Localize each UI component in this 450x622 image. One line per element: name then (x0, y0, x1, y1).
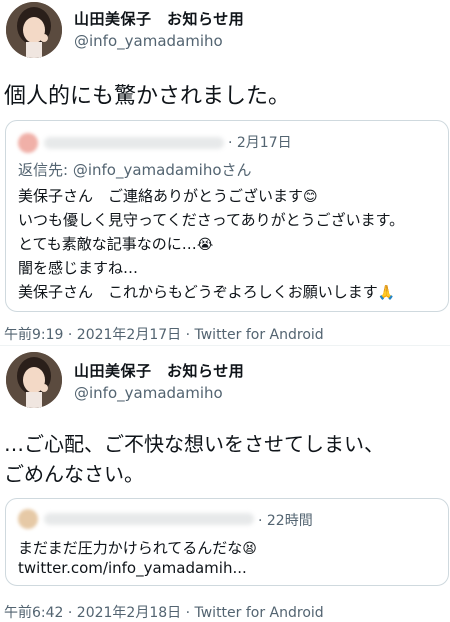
smiling-face-icon: 😊 (303, 189, 318, 205)
divider (0, 345, 450, 346)
avatar-photo-icon (6, 352, 62, 408)
reply-to: 返信先: @info_yamadamihoさん (18, 161, 252, 179)
avatar[interactable] (6, 2, 62, 58)
quoted-link[interactable]: twitter.com/info_yamadamih... (18, 559, 247, 577)
quoted-line: まだまだ圧力かけられてるんだな😫 (18, 539, 257, 557)
quoted-line: いつも優しく見守ってくださってありがとうございます。 (18, 211, 405, 229)
tweet-text-line-1: …ご心配、ご不快な想いをさせてしまい、 (4, 432, 384, 456)
quoted-name-redacted (44, 137, 224, 149)
tweet-timestamp[interactable]: 午前6:42 · 2021年2月18日 · Twitter for Androi… (4, 602, 324, 622)
display-name[interactable]: 山田美保子 お知らせ用 (74, 8, 244, 29)
quoted-avatar (18, 509, 38, 529)
quoted-tweet[interactable]: · 2月17日 返信先: @info_yamadamihoさん 美保子さん ご連… (5, 120, 449, 312)
avatar-photo-icon (6, 2, 62, 58)
quoted-name-redacted (44, 513, 254, 525)
display-name[interactable]: 山田美保子 お知らせ用 (74, 360, 244, 381)
tired-face-icon: 😫 (242, 541, 257, 557)
quoted-line: 美保子さん ご連絡ありがとうございます😊 (18, 187, 318, 205)
tweet-text-line-2: ごめんなさい。 (4, 462, 144, 486)
user-handle[interactable]: @info_yamadamiho (74, 32, 223, 50)
quoted-avatar (18, 133, 38, 153)
quoted-time: · 22時間 (258, 513, 313, 529)
tweet-text: 個人的にも驚かされました。 (4, 84, 291, 109)
quoted-line: 美保子さん これからもどうぞよろしくお願いします🙏 (18, 283, 396, 301)
crying-face-icon: 😭 (196, 237, 214, 253)
quoted-line: とても素敵な記事なのに…😭 (18, 235, 214, 253)
quoted-time: · 2月17日 (228, 135, 292, 151)
avatar[interactable] (6, 352, 62, 408)
user-handle[interactable]: @info_yamadamiho (74, 384, 223, 402)
tweet-timestamp[interactable]: 午前9:19 · 2021年2月17日 · Twitter for Androi… (4, 324, 324, 344)
folded-hands-icon: 🙏 (377, 285, 396, 301)
quoted-line: 闇を感じますね… (18, 259, 139, 277)
quoted-tweet[interactable]: · 22時間 まだまだ圧力かけられてるんだな😫 twitter.com/info… (5, 498, 449, 586)
